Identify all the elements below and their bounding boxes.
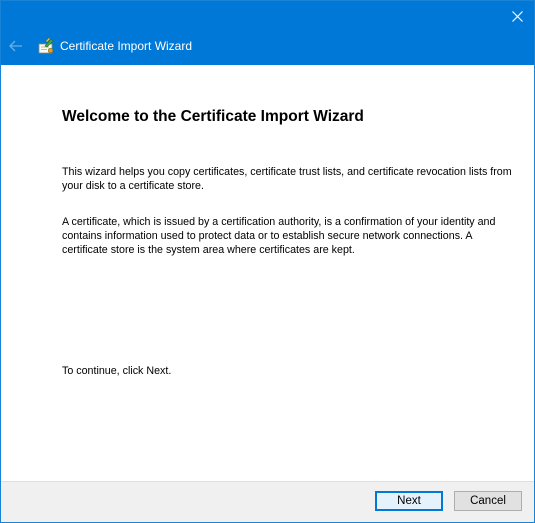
button-bar: Next Cancel — [1, 481, 534, 522]
intro-paragraph: This wizard helps you copy certificates,… — [62, 166, 512, 192]
title-bar: Certificate Import Wizard — [1, 1, 534, 65]
back-arrow-icon — [9, 40, 22, 52]
certificate-description-paragraph: A certificate, which is issued by a cert… — [62, 216, 496, 256]
close-button[interactable] — [500, 1, 534, 31]
close-icon — [511, 10, 523, 22]
page-heading: Welcome to the Certificate Import Wizard — [62, 108, 364, 125]
continue-instruction: To continue, click Next. — [62, 365, 172, 377]
next-button[interactable]: Next — [375, 491, 443, 511]
wizard-title: Certificate Import Wizard — [60, 39, 193, 53]
cancel-button[interactable]: Cancel — [454, 491, 522, 511]
certificate-import-wizard-window: Certificate Import Wizard Welcome to the… — [0, 0, 535, 523]
certificate-icon — [37, 37, 55, 55]
back-button[interactable] — [6, 37, 26, 55]
wizard-content: Welcome to the Certificate Import Wizard… — [1, 65, 534, 482]
